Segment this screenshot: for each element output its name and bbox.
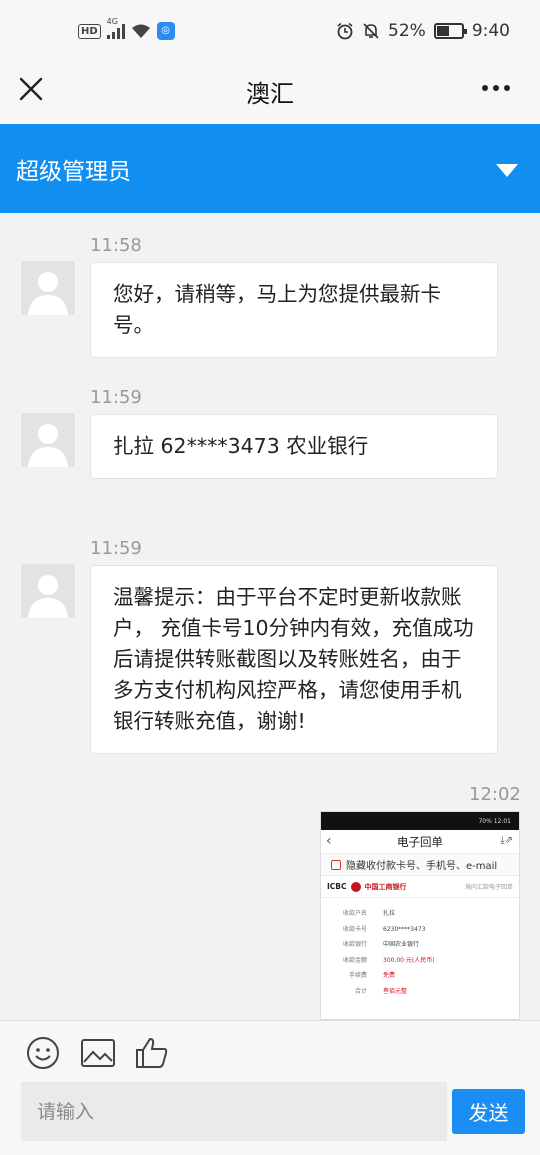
receipt-row: 收款卡号 6230****3473 (321, 922, 519, 938)
receipt-value: 叁佰元整 (383, 987, 408, 995)
icbc-text: ICBC (327, 882, 347, 891)
receipt-value: 免费 (383, 972, 396, 979)
agent-avatar[interactable] (21, 413, 75, 467)
back-icon: ‹ (326, 833, 332, 849)
download-share-icon: ⤓⇗ (500, 835, 513, 846)
receipt-key: 手续费 (348, 972, 367, 979)
receipt-key: 收款卡号 (342, 925, 367, 933)
mute-bell-icon (363, 23, 379, 39)
input-toolbar: 发送 (0, 1020, 540, 1155)
battery-icon (433, 23, 467, 39)
title-bar: 澳汇 (0, 62, 540, 124)
hd-badge: HD (78, 23, 101, 39)
more-button[interactable] (476, 76, 516, 100)
message-time: 12:02 (469, 784, 521, 805)
status-bar: HD 4G ◎ 52% 9:40 (0, 0, 540, 62)
receipt-row: 收款银行 中国农业银行 (321, 937, 519, 953)
battery-percent: 52% (388, 21, 426, 41)
message-input[interactable] (21, 1082, 447, 1141)
agent-avatar[interactable] (21, 564, 75, 618)
receipt-value: 中国农业银行 (383, 941, 420, 948)
receipt-value: 扎拉 (383, 910, 396, 917)
default-avatar-icon (28, 272, 68, 315)
thumbs-up-icon (136, 1037, 168, 1068)
status-right: 52% 9:40 (336, 18, 510, 44)
bank-name: 中国工商银行 (364, 882, 407, 891)
receipt-checkbox-label: 隐藏收付款卡号、手机号、e-mail (346, 861, 498, 872)
like-button[interactable] (134, 1035, 170, 1071)
receipt-key: 收款银行 (342, 941, 367, 948)
wifi-icon (131, 24, 150, 38)
receipt-row: 手续费 免费 (321, 968, 519, 984)
receipt-key: 收款金额 (342, 956, 367, 964)
clock: 9:40 (471, 21, 510, 41)
emoji-button[interactable] (25, 1035, 61, 1071)
icbc-logo-icon (350, 881, 361, 892)
receipt-value: 300.00 元(人民币) (383, 956, 435, 964)
checkbox-icon (331, 859, 341, 870)
receipt-key: 合计 (354, 987, 367, 995)
signal-icon: 4G (106, 17, 125, 39)
send-button[interactable]: 发送 (452, 1089, 525, 1134)
receipt-header: ‹ 电子回单 ⤓⇗ (321, 830, 519, 854)
receipt-value: 6230****3473 (383, 925, 426, 933)
agent-avatar[interactable] (21, 261, 75, 315)
status-left: HD 4G ◎ (78, 17, 175, 42)
page-title: 澳汇 (246, 80, 294, 108)
more-dot-icon (482, 85, 488, 91)
message-bubble: 您好，请稍等，马上为您提供最新卡号。 (90, 262, 498, 358)
receipt-bank-header: ICBC 中国工商银行 境内汇款电子回单 (321, 876, 519, 898)
app-notification-icon: ◎ (156, 22, 175, 40)
message-time: 11:59 (90, 538, 142, 559)
alarm-icon (337, 22, 353, 40)
image-icon (81, 1039, 115, 1067)
receipt-hide-option: 隐藏收付款卡号、手机号、e-mail (321, 854, 519, 876)
receipt-row: 收款金额 300.00 元(人民币) (321, 953, 519, 969)
receipt-key: 收款户名 (342, 910, 367, 917)
message-bubble: 温馨提示：由于平台不定时更新收款账户， 充值卡号10分钟内有效，充值成功后请提供… (90, 565, 498, 754)
image-message[interactable]: 70% 12:01 ‹ 电子回单 ⤓⇗ 隐藏收付款卡号、手机号、e-mail I… (320, 811, 520, 1020)
receipt-details: 收款户名 扎拉 收款卡号 6230****3473 收款银行 中国农业银行 收款金额 3… (321, 898, 519, 999)
default-avatar-icon (28, 424, 68, 467)
emoji-icon (27, 1037, 59, 1069)
agent-name: 超级管理员 (16, 159, 131, 185)
agent-header[interactable]: 超级管理员 (0, 124, 540, 213)
more-dot-icon (504, 85, 510, 91)
receipt-title: 电子回单 (397, 834, 443, 849)
default-avatar-icon (28, 575, 68, 618)
receipt-row: 收款户名 扎拉 (321, 906, 519, 922)
receipt-type: 境内汇款电子回单 (464, 884, 513, 891)
more-dot-icon (493, 85, 499, 91)
message-time: 11:59 (90, 387, 142, 408)
image-button[interactable] (80, 1035, 116, 1071)
receipt-row: 合计 叁佰元整 (321, 984, 519, 1000)
receipt-status-bar: 70% 12:01 (321, 812, 519, 830)
chat-area[interactable]: 11:58 您好，请稍等，马上为您提供最新卡号。 11:59 扎拉 62****… (0, 213, 540, 1020)
message-bubble: 扎拉 62****3473 农业银行 (90, 414, 498, 479)
dropdown-arrow-icon[interactable] (496, 164, 518, 177)
message-time: 11:58 (90, 235, 142, 256)
